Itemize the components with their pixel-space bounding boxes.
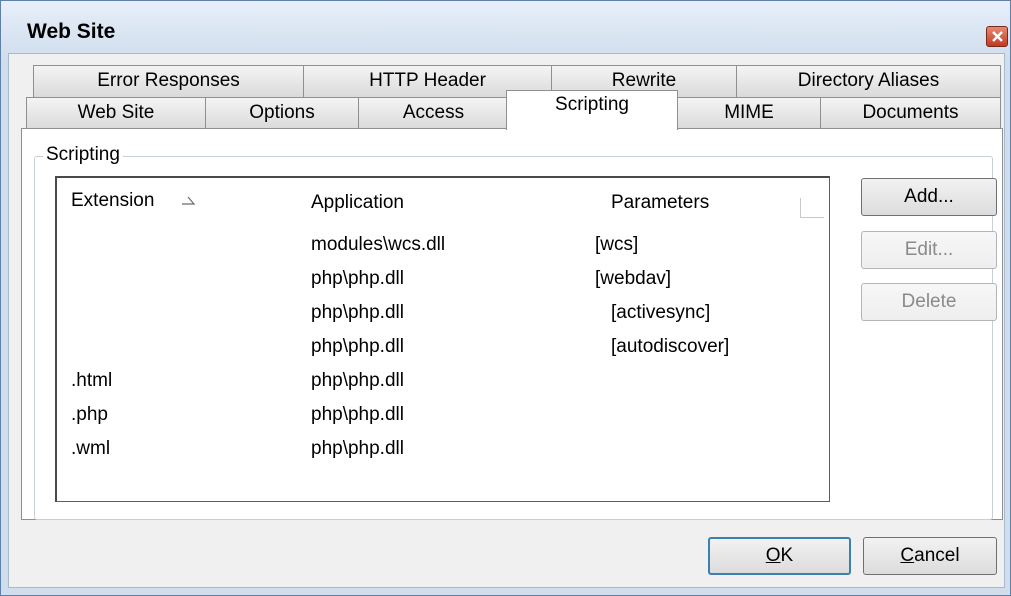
- groupbox-label: Scripting: [43, 144, 123, 166]
- scripting-groupbox: Scripting Extension Application Paramete…: [34, 144, 997, 520]
- add-button[interactable]: Add...: [861, 178, 997, 216]
- cell-application: php\php.dll: [311, 268, 404, 289]
- cell-parameters: [autodiscover]: [611, 336, 730, 357]
- cancel-label: ancel: [914, 545, 960, 566]
- cell-parameters: [wcs]: [595, 234, 639, 255]
- edit-button[interactable]: Edit...: [861, 231, 997, 269]
- tab-access[interactable]: Access: [358, 97, 509, 129]
- tab-directory-aliases[interactable]: Directory Aliases: [736, 65, 1001, 97]
- table-row[interactable]: php\php.dll [autodiscover]: [57, 336, 817, 370]
- ok-label: K: [780, 545, 794, 566]
- cell-application: php\php.dll: [311, 302, 404, 323]
- table-row[interactable]: php\php.dll [activesync]: [57, 302, 817, 336]
- tab-web-site[interactable]: Web Site: [26, 97, 206, 129]
- ok-accelerator: O: [765, 545, 781, 566]
- column-header-parameters[interactable]: Parameters: [611, 192, 709, 214]
- cell-parameters: [activesync]: [611, 302, 711, 323]
- table-row[interactable]: php\php.dll [webdav]: [57, 268, 817, 302]
- cell-extension: .html: [71, 370, 113, 391]
- cancel-button[interactable]: Cancel: [863, 537, 997, 575]
- web-site-dialog: Web Site Error Responses HTTP Header Rew…: [0, 0, 1011, 596]
- table-row[interactable]: .wml php\php.dll: [57, 438, 817, 472]
- table-row[interactable]: .html php\php.dll: [57, 370, 817, 404]
- scripting-tab-panel: Scripting Extension Application Paramete…: [21, 128, 1003, 520]
- column-header-application[interactable]: Application: [311, 192, 404, 214]
- sort-ascending-icon: [182, 196, 196, 205]
- scripting-list[interactable]: Extension Application Parameters modules…: [55, 176, 830, 502]
- cell-application: php\php.dll: [311, 404, 404, 425]
- cell-application: php\php.dll: [311, 438, 404, 459]
- header-resize-grip[interactable]: [800, 198, 824, 218]
- cell-application: modules\wcs.dll: [311, 234, 446, 255]
- tab-documents[interactable]: Documents: [820, 97, 1001, 129]
- table-row[interactable]: modules\wcs.dll [wcs]: [57, 234, 817, 268]
- tab-mime[interactable]: MIME: [677, 97, 821, 129]
- tab-scripting[interactable]: Scripting: [506, 90, 678, 130]
- tab-options[interactable]: Options: [205, 97, 359, 129]
- cell-extension: .wml: [71, 438, 111, 459]
- cell-parameters: [webdav]: [595, 268, 672, 289]
- ok-button[interactable]: OK: [708, 537, 851, 575]
- tab-error-responses[interactable]: Error Responses: [33, 65, 304, 97]
- cancel-accelerator: C: [900, 545, 915, 566]
- window-title: Web Site: [27, 20, 116, 43]
- close-button[interactable]: [986, 26, 1008, 47]
- column-header-extension[interactable]: Extension: [71, 190, 154, 212]
- cell-application: php\php.dll: [311, 336, 404, 357]
- delete-button[interactable]: Delete: [861, 283, 997, 321]
- table-row[interactable]: .php php\php.dll: [57, 404, 817, 438]
- title-bar: Web Site: [1, 1, 1010, 53]
- cell-extension: .php: [71, 404, 108, 425]
- cell-application: php\php.dll: [311, 370, 404, 391]
- close-icon: [992, 31, 1003, 42]
